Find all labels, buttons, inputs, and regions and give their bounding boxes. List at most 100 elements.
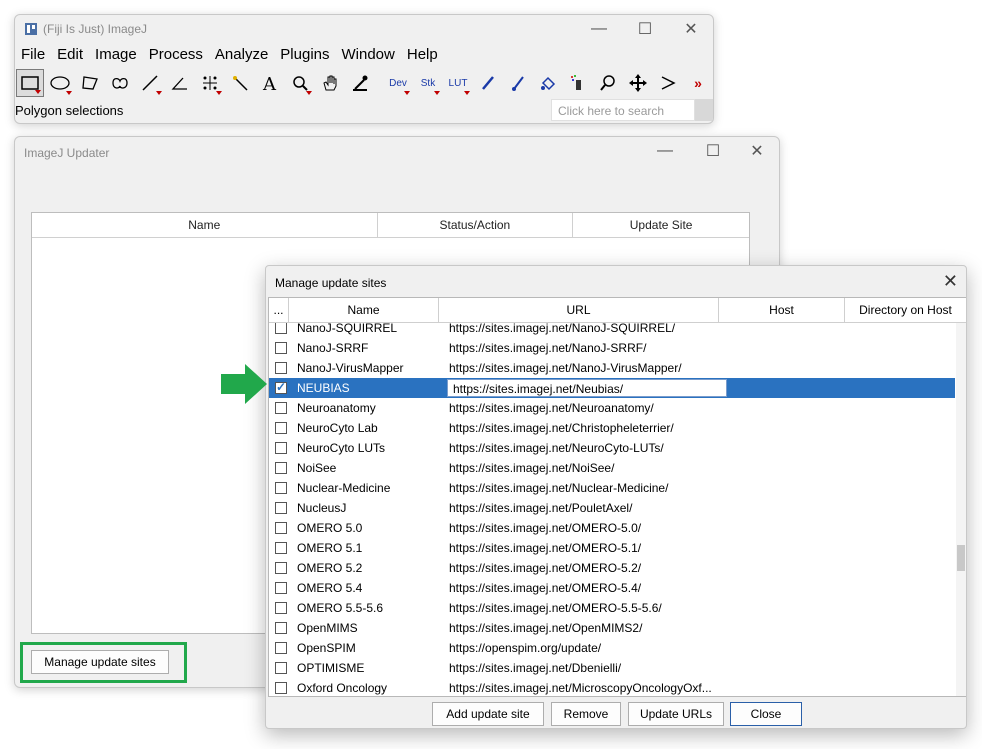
site-name[interactable]: OMERO 5.4 [297, 581, 447, 595]
site-url[interactable]: https://sites.imagej.net/NoiSee/ [447, 461, 729, 475]
site-url[interactable]: https://sites.imagej.net/NanoJ-SQUIRREL/ [447, 321, 729, 335]
row-checkbox[interactable] [275, 622, 287, 634]
move-icon[interactable] [624, 69, 652, 97]
table-row[interactable]: NanoJ-SRRF https://sites.imagej.net/NanoJ… [269, 338, 955, 358]
site-name[interactable]: OMERO 5.5-5.6 [297, 601, 447, 615]
menu-help[interactable]: Help [401, 45, 444, 65]
table-row[interactable]: OpenMIMS https://sites.imagej.net/OpenMIM… [269, 618, 955, 638]
site-name[interactable]: OMERO 5.1 [297, 541, 447, 555]
row-checkbox[interactable] [275, 542, 287, 554]
table-row[interactable]: OMERO 5.1 https://sites.imagej.net/OMERO-… [269, 538, 955, 558]
remove-button[interactable]: Remove [551, 702, 621, 726]
row-checkbox[interactable] [275, 442, 287, 454]
site-name[interactable]: Oxford Oncology [297, 681, 447, 695]
manage-update-sites-button[interactable]: Manage update sites [31, 650, 169, 674]
text-icon[interactable]: A [256, 69, 284, 97]
spray-icon[interactable] [564, 69, 592, 97]
close-button[interactable]: Close [730, 702, 802, 726]
site-name[interactable]: OpenMIMS [297, 621, 447, 635]
table-row[interactable]: OPTIMISME https://sites.imagej.net/Dbenie… [269, 658, 955, 678]
site-url[interactable]: https://sites.imagej.net/NanoJ-SRRF/ [447, 341, 729, 355]
row-checkbox[interactable] [275, 642, 287, 654]
site-name[interactable]: OMERO 5.0 [297, 521, 447, 535]
site-name[interactable]: NeuroCyto LUTs [297, 441, 447, 455]
column-name[interactable]: Name [32, 213, 378, 237]
minimize-icon[interactable]: — [643, 137, 687, 165]
row-checkbox[interactable] [275, 362, 287, 374]
line-icon[interactable] [136, 69, 164, 97]
table-row[interactable]: NEUBIAShttps://sites.imagej.net/Neubias/ [269, 378, 955, 398]
pencil-icon[interactable] [474, 69, 502, 97]
table-row[interactable]: NeuroCyto LUTs https://sites.imagej.net/N… [269, 438, 955, 458]
column-directory[interactable]: Directory on Host [845, 298, 966, 322]
close-icon[interactable]: ✕ [943, 271, 958, 292]
arrow-tool-icon[interactable] [654, 69, 682, 97]
table-row[interactable]: Oxford Oncology https://sites.imagej.net/… [269, 678, 955, 696]
site-url[interactable]: https://sites.imagej.net/OMERO-5.2/ [447, 561, 729, 575]
freehand-icon[interactable] [106, 69, 134, 97]
menu-plugins[interactable]: Plugins [274, 45, 335, 65]
site-name[interactable]: NanoJ-SRRF [297, 341, 447, 355]
site-name[interactable]: OPTIMISME [297, 661, 447, 675]
site-url[interactable]: https://sites.imagej.net/Neubias/ [447, 379, 727, 397]
site-name[interactable]: NEUBIAS [297, 381, 447, 395]
column-update-site[interactable]: Update Site [573, 213, 749, 237]
site-name[interactable]: NucleusJ [297, 501, 447, 515]
site-url[interactable]: https://openspim.org/update/ [447, 641, 729, 655]
update-urls-button[interactable]: Update URLs [628, 702, 724, 726]
add-update-site-button[interactable]: Add update site [432, 702, 544, 726]
site-name[interactable]: NoiSee [297, 461, 447, 475]
site-name[interactable]: OpenSPIM [297, 641, 447, 655]
polygon-icon[interactable] [76, 69, 104, 97]
column-name[interactable]: Name [289, 298, 439, 322]
row-checkbox[interactable] [275, 462, 287, 474]
zoom-icon[interactable] [594, 69, 622, 97]
more-tools-icon[interactable]: » [684, 69, 712, 97]
site-name[interactable]: NanoJ-SQUIRREL [297, 321, 447, 335]
menu-edit[interactable]: Edit [51, 45, 89, 65]
row-checkbox[interactable] [275, 502, 287, 514]
column-more[interactable]: ... [269, 298, 289, 322]
row-checkbox[interactable] [275, 322, 287, 334]
column-url[interactable]: URL [439, 298, 719, 322]
site-url[interactable]: https://sites.imagej.net/PouletAxel/ [447, 501, 729, 515]
site-url[interactable]: https://sites.imagej.net/Dbenielli/ [447, 661, 729, 675]
site-url[interactable]: https://sites.imagej.net/Neuroanatomy/ [447, 401, 729, 415]
table-row[interactable]: OMERO 5.0 https://sites.imagej.net/OMERO-… [269, 518, 955, 538]
site-name[interactable]: NeuroCyto Lab [297, 421, 447, 435]
table-row[interactable]: NoiSee https://sites.imagej.net/NoiSee/ [269, 458, 955, 478]
menu-analyze[interactable]: Analyze [209, 45, 274, 65]
search-button[interactable] [695, 99, 713, 121]
angle-icon[interactable] [166, 69, 194, 97]
flood-fill-icon[interactable] [534, 69, 562, 97]
site-name[interactable]: Nuclear-Medicine [297, 481, 447, 495]
table-row[interactable]: OMERO 5.4 https://sites.imagej.net/OMERO-… [269, 578, 955, 598]
row-checkbox[interactable] [275, 602, 287, 614]
maximize-icon[interactable]: ☐ [623, 15, 667, 43]
row-checkbox[interactable] [275, 342, 287, 354]
menu-file[interactable]: File [15, 45, 51, 65]
search-input[interactable]: Click here to search [551, 99, 695, 121]
maximize-icon[interactable]: ☐ [691, 137, 735, 165]
row-checkbox[interactable] [275, 522, 287, 534]
row-checkbox[interactable] [275, 662, 287, 674]
magnifier-icon[interactable] [286, 69, 314, 97]
row-checkbox[interactable] [275, 422, 287, 434]
brush-icon[interactable] [504, 69, 532, 97]
table-row[interactable]: Nuclear-Medicine https://sites.imagej.net… [269, 478, 955, 498]
site-url[interactable]: https://sites.imagej.net/OMERO-5.0/ [447, 521, 729, 535]
site-url[interactable]: https://sites.imagej.net/OMERO-5.4/ [447, 581, 729, 595]
table-row[interactable]: NeuroCyto Lab https://sites.imagej.net/Ch… [269, 418, 955, 438]
dev-icon[interactable]: Dev [384, 69, 412, 97]
row-checkbox[interactable] [275, 682, 287, 694]
table-row[interactable]: NanoJ-VirusMapper https://sites.imagej.ne… [269, 358, 955, 378]
stk-icon[interactable]: Stk [414, 69, 442, 97]
table-row[interactable]: OpenSPIM https://openspim.org/update/ [269, 638, 955, 658]
column-host[interactable]: Host [719, 298, 845, 322]
site-url[interactable]: https://sites.imagej.net/Christopheleter… [447, 421, 729, 435]
vertical-scrollbar[interactable] [956, 323, 966, 696]
table-row[interactable]: OMERO 5.5-5.6 https://sites.imagej.net/OM… [269, 598, 955, 618]
row-checkbox[interactable] [275, 402, 287, 414]
fiji-title-bar[interactable]: (Fiji Is Just) ImageJ — ☐ ✕ [15, 15, 713, 43]
minimize-icon[interactable]: — [577, 15, 621, 43]
